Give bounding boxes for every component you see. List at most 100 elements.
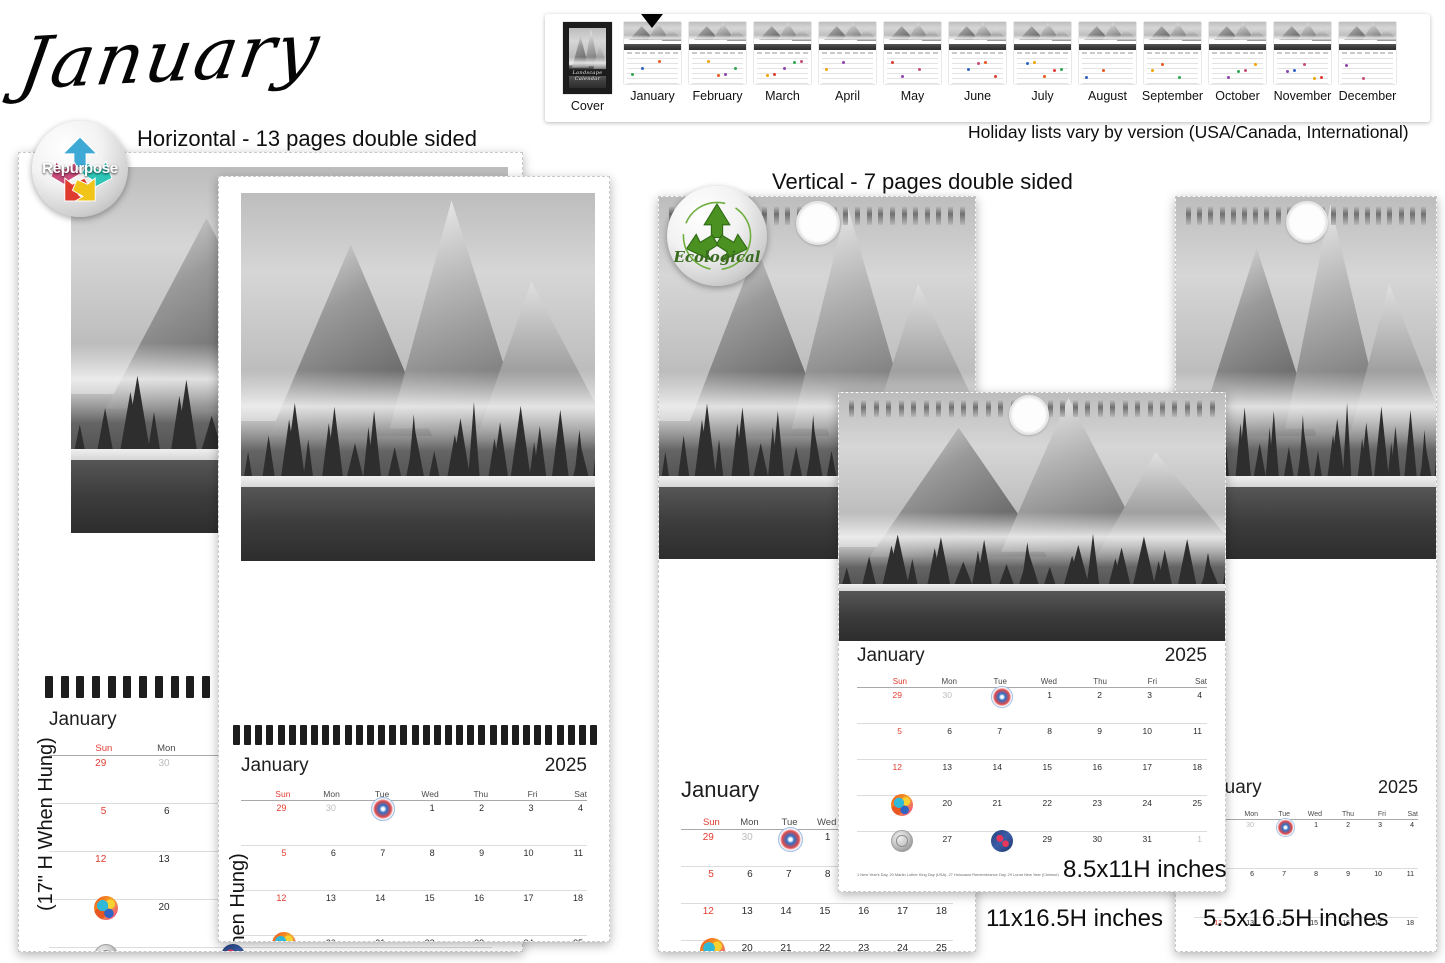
calendar-day-cell[interactable]: 21	[339, 935, 390, 941]
calendar-day-cell[interactable]: 29	[857, 688, 907, 724]
calendar-day-cell[interactable]: 13	[907, 759, 957, 796]
calendar-day-cell[interactable]: 27	[94, 944, 176, 951]
calendar-day-cell[interactable]: 15	[389, 890, 439, 936]
calendar-day-cell[interactable]: 8	[1007, 723, 1057, 760]
calendar-day-cell[interactable]: 21	[957, 795, 1007, 832]
calendar-day-cell[interactable]: 6	[112, 803, 176, 852]
calendar-day-cell[interactable]: 29	[220, 944, 303, 951]
calendar-day-cell[interactable]: 30	[302, 947, 366, 951]
calendar-day-cell[interactable]: 23	[438, 935, 489, 941]
calendar-day-cell[interactable]: 18	[537, 890, 587, 936]
calendar-day-cell[interactable]: 1	[428, 947, 492, 951]
product-mockup-8-5-x-11h[interactable]: January 2025 Sun Mon Tue Wed Thu Fri Sat 29 30…	[838, 392, 1226, 892]
calendar-day-cell[interactable]: 22	[1007, 795, 1057, 832]
calendar-day-cell[interactable]: 8	[797, 866, 837, 904]
calendar-day-cell[interactable]: 13	[290, 890, 340, 936]
calendar-day-cell[interactable]: 18	[914, 903, 953, 941]
thumbnail-july[interactable]: July	[1010, 22, 1075, 103]
calendar-day-cell[interactable]: 2	[1057, 688, 1107, 724]
calendar-day-cell[interactable]: 24	[875, 940, 915, 951]
calendar-day-cell[interactable]: 1	[991, 686, 1057, 724]
calendar-day-cell[interactable]: 22	[389, 935, 439, 941]
calendar-day-cell[interactable]: 9	[438, 845, 489, 891]
thumbnail-january[interactable]: January	[620, 22, 685, 103]
thumbnail-march[interactable]: March	[750, 22, 815, 103]
thumbnail-october[interactable]: October	[1205, 22, 1270, 103]
calendar-day-cell[interactable]: 18	[1157, 759, 1207, 796]
calendar-day-cell[interactable]: 30	[112, 756, 175, 804]
calendar-day-cell[interactable]: 12	[857, 759, 907, 796]
calendar-day-cell[interactable]: 4	[1386, 820, 1418, 869]
calendar-day-cell[interactable]: 24	[1107, 795, 1157, 832]
thumbnail-april[interactable]: April	[815, 22, 880, 103]
calendar-day-cell[interactable]: 1	[777, 827, 837, 867]
calendar-day-cell[interactable]: 29	[681, 830, 720, 867]
calendar-day-cell[interactable]: 20	[891, 794, 957, 832]
calendar-day-cell[interactable]: 2	[439, 801, 488, 846]
calendar-day-cell[interactable]: 6	[907, 723, 957, 760]
calendar-day-cell[interactable]: 11	[1157, 723, 1207, 760]
calendar-day-cell[interactable]: 3	[1107, 688, 1157, 724]
calendar-day-cell[interactable]: 24	[488, 935, 538, 941]
calendar-day-cell[interactable]: 5	[681, 866, 720, 904]
calendar-day-cell[interactable]: 10	[488, 845, 538, 891]
month-thumbnail-strip[interactable]: Landscape Calendar Cover January Februar…	[545, 14, 1430, 122]
product-mockup-8-5h-x-8-5[interactable]: January 2025 Sun Mon Tue Wed Thu Fri Sat 29 30…	[218, 176, 610, 942]
thumbnail-cover[interactable]: Landscape Calendar Cover	[555, 22, 620, 113]
calendar-day-cell[interactable]: 14	[339, 890, 390, 936]
calendar-day-cell[interactable]: 5	[49, 803, 113, 852]
calendar-day-cell[interactable]: 10	[1107, 723, 1157, 760]
calendar-day-cell[interactable]: 17	[1107, 759, 1157, 796]
calendar-day-cell[interactable]: 4	[538, 801, 587, 846]
calendar-day-cell[interactable]: 7	[339, 845, 390, 891]
calendar-day-cell[interactable]: 6	[719, 866, 759, 904]
calendar-day-cell[interactable]: 3	[1354, 820, 1386, 869]
calendar-day-cell[interactable]: 20	[272, 932, 340, 941]
calendar-day-cell[interactable]: 3	[488, 801, 537, 846]
thumbnail-february[interactable]: February	[685, 22, 750, 103]
calendar-day-cell[interactable]: 12	[681, 903, 720, 941]
thumbnail-september[interactable]: September	[1140, 22, 1205, 103]
calendar-day-cell[interactable]: 23	[836, 940, 876, 951]
calendar-day-cell[interactable]: 13	[719, 903, 759, 941]
calendar-day-cell[interactable]: 1	[1276, 818, 1322, 869]
thumbnail-august[interactable]: August	[1075, 22, 1140, 103]
calendar-day-cell[interactable]: 20	[699, 938, 759, 951]
calendar-day-cell[interactable]: 25	[914, 940, 953, 951]
calendar-day-cell[interactable]: 29	[991, 830, 1057, 868]
calendar-day-cell[interactable]: 30	[1226, 820, 1258, 869]
calendar-day-cell[interactable]: 17	[488, 890, 538, 936]
thumbnail-may[interactable]: May	[880, 22, 945, 103]
thumbnail-december[interactable]: December	[1335, 22, 1400, 103]
thumbnail-june[interactable]: June	[945, 22, 1010, 103]
calendar-day-cell[interactable]: 12	[49, 851, 113, 900]
calendar-day-cell[interactable]: 16	[1057, 759, 1107, 796]
calendar-day-cell[interactable]: 25	[537, 935, 587, 941]
calendar-day-cell[interactable]: 22	[797, 940, 837, 951]
calendar-day-cell[interactable]: 29	[49, 756, 112, 804]
calendar-day-cell[interactable]: 27	[891, 830, 957, 868]
calendar-day-cell[interactable]: 18	[1386, 917, 1418, 951]
calendar-day-cell[interactable]: 23	[1057, 795, 1107, 832]
calendar-day-cell[interactable]: 25	[1157, 795, 1207, 832]
calendar-day-cell[interactable]: 14	[758, 903, 798, 941]
calendar-day-cell[interactable]: 15	[797, 903, 837, 941]
thumbnail-november[interactable]: November	[1270, 22, 1335, 103]
calendar-day-cell[interactable]: 31	[365, 947, 429, 951]
calendar-day-cell[interactable]: 30	[907, 688, 957, 724]
calendar-day-cell[interactable]: 6	[290, 845, 340, 891]
calendar-day-cell[interactable]: 30	[290, 801, 339, 846]
calendar-day-cell[interactable]: 14	[957, 759, 1007, 796]
calendar-day-cell[interactable]: 1	[371, 797, 438, 846]
calendar-day-cell[interactable]: 4	[1157, 688, 1207, 724]
calendar-day-cell[interactable]: 7	[957, 723, 1007, 760]
calendar-day-cell[interactable]: 9	[1057, 723, 1107, 760]
calendar-day-cell[interactable]: 8	[389, 845, 439, 891]
calendar-day-cell[interactable]: 2	[1322, 820, 1354, 869]
calendar-day-cell[interactable]: 11	[537, 845, 587, 891]
calendar-day-cell[interactable]: 21	[758, 940, 798, 951]
calendar-day-cell[interactable]: 16	[836, 903, 876, 941]
calendar-day-cell[interactable]: 11	[1386, 868, 1418, 918]
calendar-day-cell[interactable]: 16	[438, 890, 489, 936]
calendar-day-cell[interactable]: 17	[875, 903, 915, 941]
